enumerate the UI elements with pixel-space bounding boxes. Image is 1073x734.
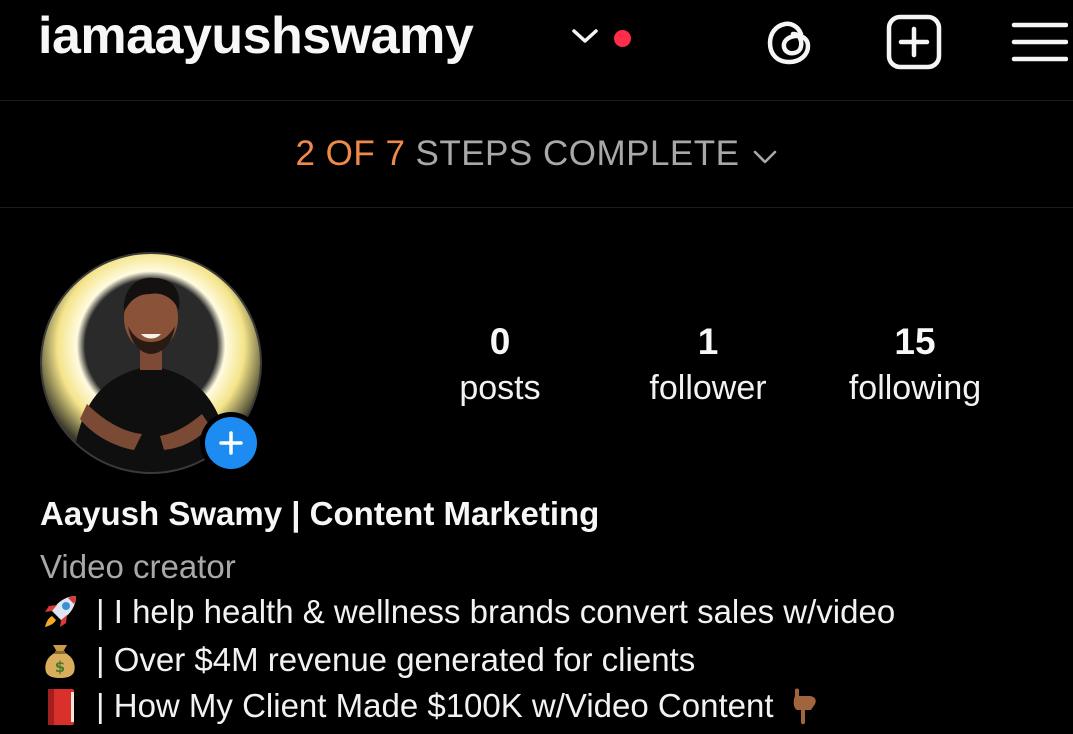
profile-header: iamaayushswamy [0, 0, 1073, 101]
threads-icon[interactable] [760, 12, 820, 72]
menu-icon[interactable] [1008, 12, 1068, 72]
posts-value: 0 [489, 321, 511, 362]
bio-line: $ | Over $4M revenue generated for clien… [40, 640, 695, 680]
chevron-down-icon [752, 135, 778, 175]
display-name: Aayush Swamy | Content Marketing [40, 495, 600, 532]
steps-progress: 2 OF 7 [295, 134, 406, 173]
posts-label: posts [459, 369, 541, 407]
pointing-down-icon [785, 686, 821, 726]
username[interactable]: iamaayushswamy [38, 6, 474, 66]
bio-line: | How My Client Made $100K w/Video Conte… [40, 686, 821, 726]
following-count[interactable]: 15 following [815, 320, 1015, 412]
followers-value: 1 [697, 321, 719, 362]
bio-text: | Over $4M revenue generated for clients [96, 641, 696, 678]
chevron-down-icon[interactable] [570, 26, 600, 46]
followers-count[interactable]: 1 follower [608, 320, 808, 412]
following-value: 15 [894, 321, 936, 362]
money-bag-icon: $ [40, 640, 80, 680]
rocket-icon [40, 592, 80, 632]
svg-text:$: $ [55, 658, 65, 676]
steps-complete-banner[interactable]: 2 OF 7 STEPS COMPLETE [0, 101, 1073, 208]
bio-text: | I help health & wellness brands conver… [96, 593, 896, 630]
add-story-button[interactable] [200, 412, 262, 474]
bio-text: | How My Client Made $100K w/Video Conte… [96, 687, 774, 724]
bio-line: | I help health & wellness brands conver… [40, 592, 895, 632]
notification-dot [614, 30, 631, 47]
profile-category: Video creator [40, 548, 236, 585]
plus-icon [205, 417, 257, 469]
profile-avatar-container [40, 252, 262, 474]
followers-label: follower [649, 369, 767, 407]
red-book-icon [40, 686, 80, 726]
create-icon[interactable] [884, 12, 944, 72]
posts-count[interactable]: 0 posts [400, 320, 600, 412]
following-label: following [848, 369, 982, 407]
steps-label: STEPS COMPLETE [415, 134, 740, 173]
